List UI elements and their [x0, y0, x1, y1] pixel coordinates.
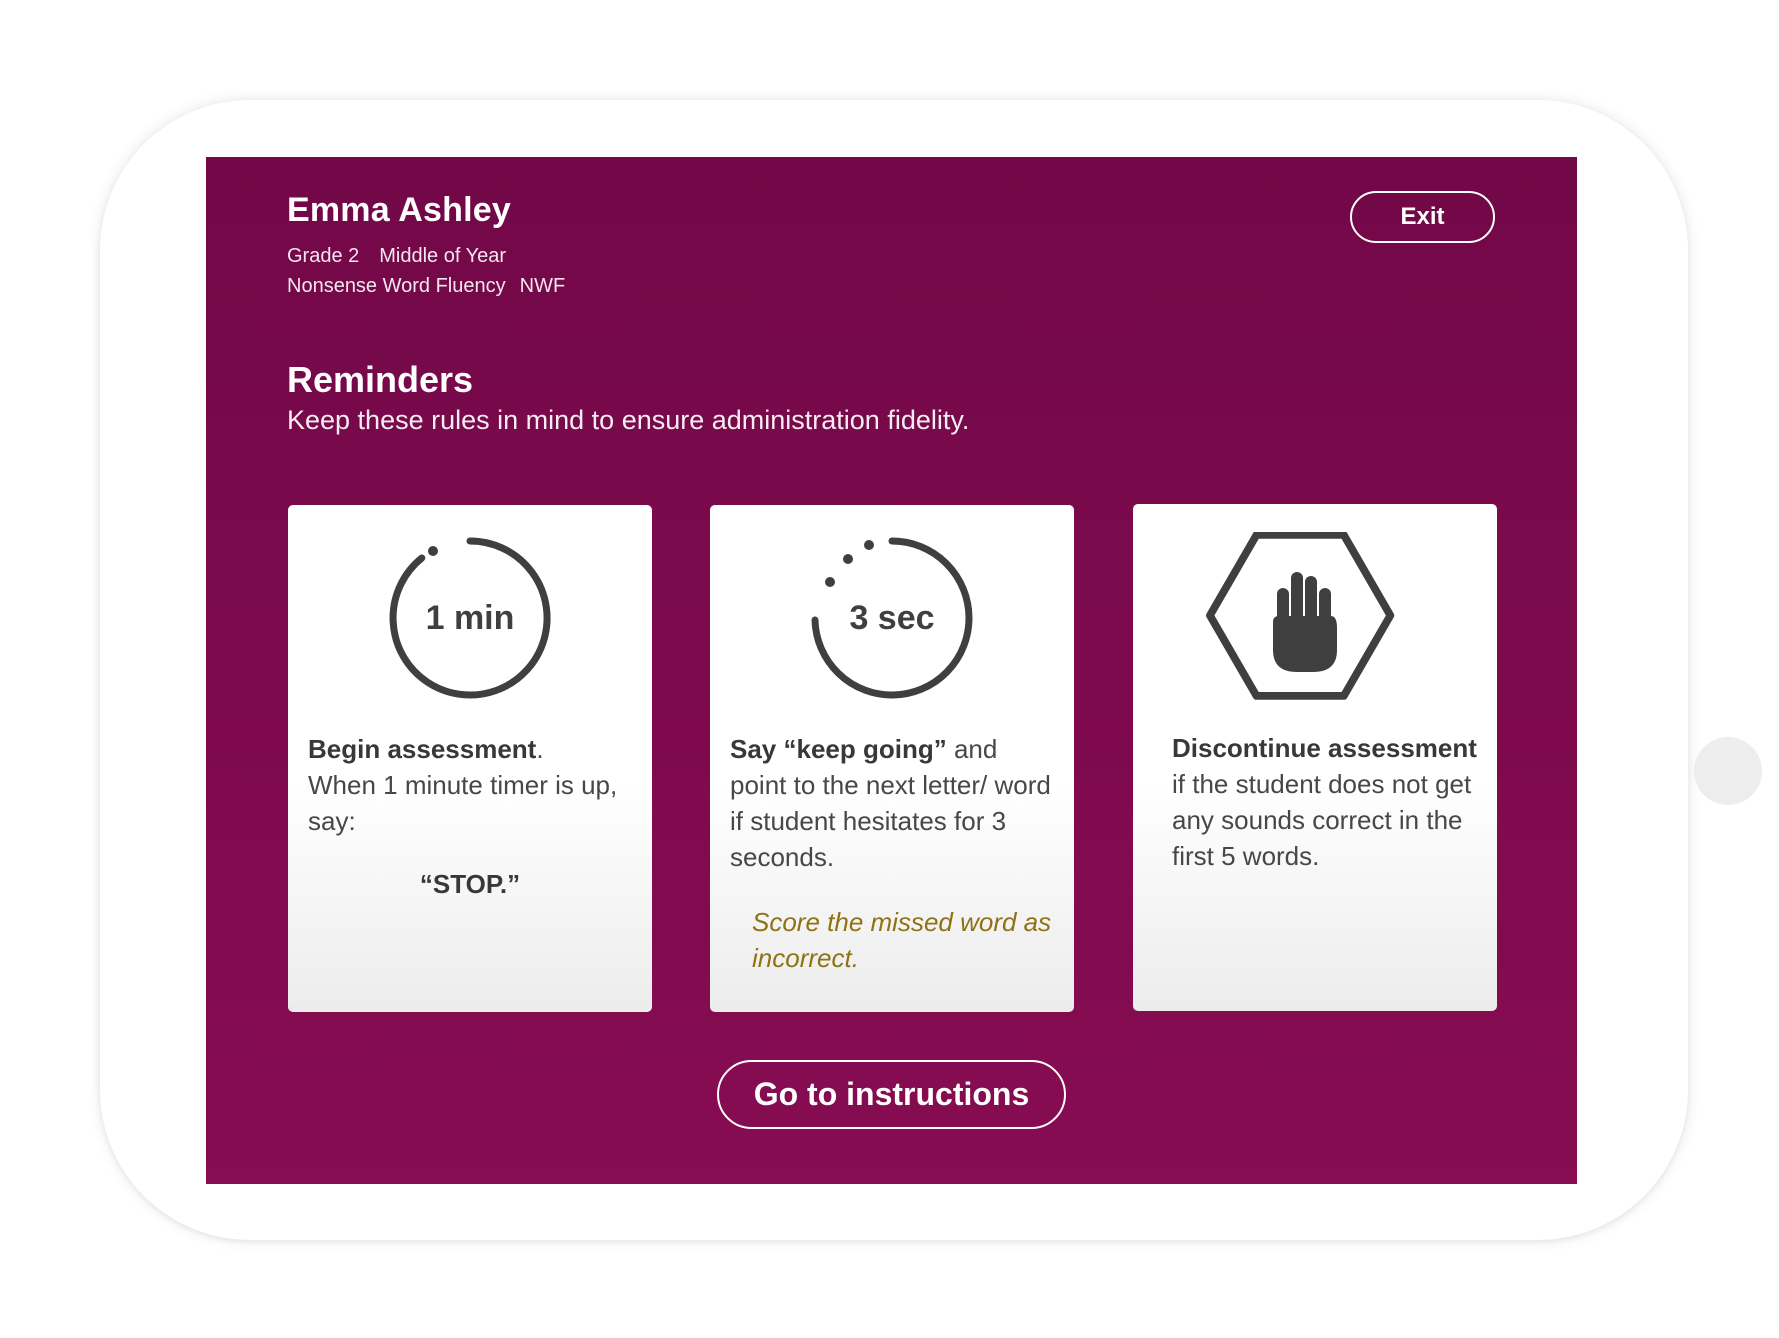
card-keep-going-bold: “keep going”	[783, 734, 947, 764]
go-to-instructions-button[interactable]: Go to instructions	[717, 1060, 1066, 1129]
card-begin-period: .	[536, 734, 544, 764]
home-button[interactable]	[1694, 737, 1762, 805]
period-label: Middle of Year	[379, 245, 507, 267]
score-note: Score the missed word as incorrect.	[752, 907, 1052, 973]
measure-label: Nonsense Word Fluency	[287, 275, 506, 297]
student-name: Emma Ashley	[287, 191, 511, 229]
reminders-title: Reminders	[287, 359, 474, 400]
stop-quote: “STOP.”	[419, 869, 521, 899]
grade-label: Grade 2	[287, 245, 360, 267]
reminder-card-keep-going: 3 sec Say “keep going” and point to the …	[710, 505, 1074, 1012]
card-discontinue-body: if the student does not get any sounds c…	[1172, 769, 1472, 871]
timer-icon: 1 min	[389, 537, 551, 699]
grade-period-line: Grade 2 Middle of Year	[287, 245, 506, 268]
timer-label: 1 min	[426, 599, 515, 637]
measure-code: NWF	[519, 275, 566, 297]
exit-button[interactable]: Exit	[1350, 191, 1495, 243]
card-discontinue-bold: Discontinue assessment	[1172, 733, 1477, 763]
measure-line: Nonsense Word Fluency NWF	[287, 275, 565, 298]
reminder-card-discontinue: Discontinue assessment if the student do…	[1133, 504, 1497, 1011]
reminders-subtitle: Keep these rules in mind to ensure admin…	[287, 405, 970, 435]
card-begin-text: Begin assessment. When 1 minute timer is…	[308, 731, 638, 839]
timer-label: 3 sec	[849, 599, 934, 637]
card-begin-body: When 1 minute timer is up, say:	[308, 770, 618, 836]
stop-hand-icon	[1206, 532, 1395, 700]
card-discontinue-text: Discontinue assessment if the student do…	[1172, 730, 1483, 874]
card-keep-going-prefix: Say	[730, 734, 784, 764]
assessment-screen: Emma Ashley Grade 2 Middle of Year Nonsen…	[206, 157, 1577, 1184]
timer-icon: 3 sec	[811, 537, 973, 699]
reminder-card-begin: 1 min Begin assessment. When 1 minute ti…	[288, 505, 652, 1012]
card-begin-bold: Begin assessment	[308, 734, 537, 764]
card-keep-going-text: Say “keep going” and point to the next l…	[730, 731, 1060, 875]
